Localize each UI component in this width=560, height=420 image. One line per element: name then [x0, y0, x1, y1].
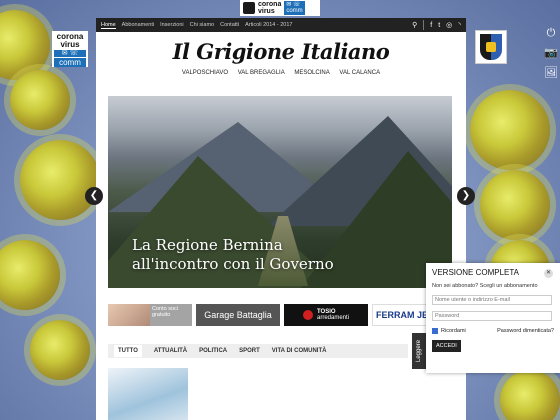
headline-line: La Regione Bernina: [132, 236, 283, 254]
mail-phone-icon: ✉ ☏: [54, 50, 86, 57]
virus-text: virus: [258, 8, 275, 15]
tab-sport[interactable]: SPORT: [239, 348, 260, 354]
nav-inserzioni[interactable]: Inserzioni: [160, 22, 184, 28]
hero-slider[interactable]: La Regione Bernina all'incontro con il G…: [108, 96, 452, 288]
ad-image: [108, 304, 150, 326]
rss-icon[interactable]: ◝: [458, 21, 461, 29]
nav-abbonamenti[interactable]: Abbonamenti: [122, 22, 154, 28]
ad-banner-tosio[interactable]: TOSIO arredamenti: [284, 304, 368, 326]
ad-text: TOSIO arredamenti: [317, 309, 349, 321]
ad-banner-garage[interactable]: Garage Battaglia: [196, 304, 280, 326]
comm-label: ✉ ☏ comm: [284, 1, 305, 15]
virus-shape: [470, 90, 550, 170]
virus-shape: [480, 170, 550, 240]
nav-actions: ⚲ f t ◎ ◝: [412, 20, 461, 30]
nav-contatti[interactable]: Contatti: [220, 22, 239, 28]
ad-banner-conto[interactable]: Conto soci gratuito: [108, 304, 192, 326]
login-popup: VERSIONE COMPLETA ✕ Non sei abbonato? Sc…: [426, 263, 560, 373]
search-icon[interactable]: ⚲: [412, 21, 417, 29]
nav-home[interactable]: Home: [101, 22, 116, 29]
username-input[interactable]: [432, 295, 552, 305]
coronavirus-side-badge[interactable]: corona virus ✉ ☏ comm: [52, 31, 88, 67]
comm-text: comm: [286, 8, 303, 14]
divider: [423, 20, 425, 30]
ad-text: Conto soci gratuito: [150, 304, 192, 326]
forgot-password-link[interactable]: Password dimenticata?: [497, 328, 554, 334]
side-actions: ⏻ 📷 🖼: [544, 26, 560, 86]
virus-shape: [20, 140, 100, 220]
ad-sub: arredamenti: [316, 315, 349, 321]
virus-shape: [10, 70, 70, 130]
virus-shape: [0, 240, 60, 310]
coronavirus-top-badge[interactable]: corona virus ✉ ☏ comm: [240, 0, 320, 16]
image-icon[interactable]: 🖼: [544, 66, 558, 80]
top-navigation: Home Abbonamenti Inserzioni Chi siamo Co…: [96, 18, 466, 32]
region-link[interactable]: VAL BREGAGLIA: [238, 70, 285, 76]
tosio-logo-icon: [302, 310, 313, 320]
sponsor-banners: Conto soci gratuito Garage Battaglia TOS…: [108, 304, 462, 326]
region-links: VALPOSCHIAVO VAL BREGAGLIA MESOLCINA VAL…: [96, 70, 466, 76]
masthead: Il Grigione Italiano VALPOSCHIAVO VAL BR…: [96, 32, 466, 76]
site-logo[interactable]: Il Grigione Italiano: [96, 39, 466, 64]
region-link[interactable]: VALPOSCHIAVO: [182, 70, 228, 76]
virus-shape: [30, 320, 90, 380]
camera-icon[interactable]: 📷: [544, 46, 558, 60]
coat-of-arms-logo[interactable]: [475, 30, 507, 64]
virus-icon: [243, 2, 255, 14]
main-page: Home Abbonamenti Inserzioni Chi siamo Co…: [96, 18, 466, 420]
tab-vita-comunita[interactable]: VITA DI COMUNITÀ: [272, 348, 327, 354]
instagram-icon[interactable]: ◎: [446, 21, 452, 29]
shield-icon: [480, 34, 502, 60]
comm-text: comm: [54, 58, 86, 67]
region-link[interactable]: VAL CALANCA: [339, 70, 380, 76]
category-tabs: TUTTO ATTUALITÀ POLITICA SPORT VITA DI C…: [108, 344, 408, 358]
virus-shape: [500, 370, 560, 420]
twitter-icon[interactable]: t: [438, 22, 440, 29]
prev-arrow-icon[interactable]: ❮: [85, 187, 103, 205]
close-icon[interactable]: ✕: [544, 269, 553, 278]
remember-checkbox[interactable]: [432, 328, 438, 334]
corona-text: corona: [258, 1, 282, 8]
tab-attualita[interactable]: ATTUALITÀ: [154, 348, 187, 354]
hero-headline[interactable]: La Regione Bernina all'incontro con il G…: [132, 236, 334, 274]
article-thumbnail[interactable]: [108, 368, 188, 420]
tab-tutto[interactable]: TUTTO: [114, 345, 142, 357]
subscribe-link[interactable]: Non sei abbonato? Scegli un abbonamento: [432, 283, 554, 289]
login-title: VERSIONE COMPLETA: [432, 268, 519, 277]
headline-line: all'incontro con il Governo: [132, 255, 334, 273]
nav-chi-siamo[interactable]: Chi siamo: [190, 22, 214, 28]
coronavirus-label: corona virus: [258, 1, 281, 15]
facebook-icon[interactable]: f: [430, 22, 432, 29]
region-link[interactable]: MESOLCINA: [294, 70, 329, 76]
next-arrow-icon[interactable]: ❯: [457, 187, 475, 205]
login-options: Ricordami Password dimenticata?: [432, 328, 554, 334]
tab-politica[interactable]: POLITICA: [199, 348, 227, 354]
leggere-tab[interactable]: Leggere: [412, 333, 426, 369]
virus-text: virus: [60, 40, 80, 49]
nav-articoli[interactable]: Articoli 2014 - 2017: [245, 22, 292, 28]
power-icon[interactable]: ⏻: [544, 26, 558, 40]
login-button[interactable]: ACCEDI: [432, 340, 461, 352]
password-input[interactable]: [432, 311, 552, 321]
remember-label: Ricordami: [441, 328, 466, 334]
